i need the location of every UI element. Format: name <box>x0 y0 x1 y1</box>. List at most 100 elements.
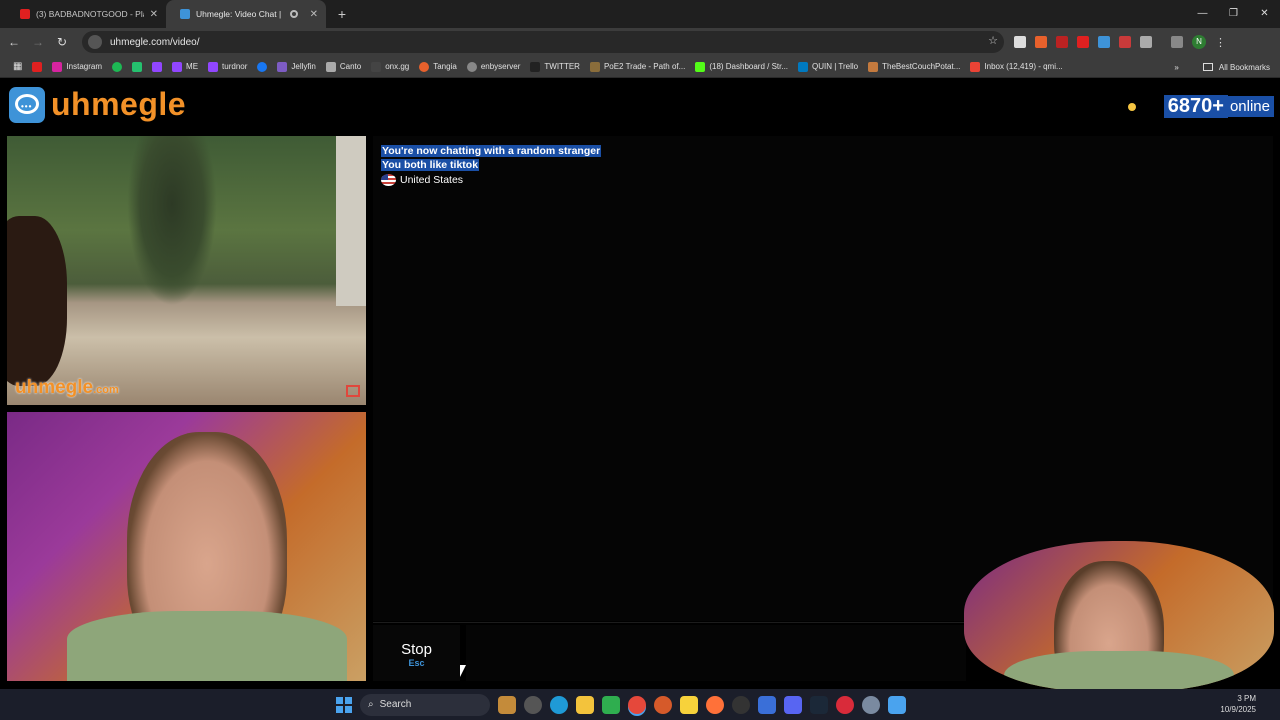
media-player-icon[interactable] <box>602 695 620 714</box>
bookmark-label: turdnor <box>222 62 248 71</box>
extension-red-icon[interactable] <box>1119 36 1131 48</box>
message-input[interactable] <box>466 625 966 681</box>
bookmark-turdnor[interactable]: turdnor <box>203 61 252 72</box>
logo-text: uhmegle <box>51 86 187 122</box>
tab-youtube[interactable]: (3) BADBADNOTGOOD - Playg ✕ <box>6 0 166 28</box>
opera-icon[interactable] <box>836 695 854 714</box>
extension-translate-icon[interactable] <box>1098 36 1110 48</box>
taskbar-search[interactable]: ⌕ Search <box>360 693 490 716</box>
bookmark-poe2[interactable]: PoE2 Trade - Path of... <box>585 61 690 72</box>
bookmark-facebook[interactable] <box>252 61 272 72</box>
tab-strip: (3) BADBADNOTGOOD - Playg ✕ Uhmegle: Vid… <box>0 0 1280 28</box>
extension-fox-icon[interactable] <box>1035 36 1047 48</box>
bookmark-youtube[interactable] <box>27 61 47 72</box>
back-button[interactable]: ← <box>2 35 26 49</box>
new-tab-button[interactable]: + <box>330 0 354 28</box>
edge-icon[interactable] <box>550 695 568 714</box>
extension-record-icon[interactable] <box>1056 36 1068 48</box>
potato-icon <box>868 61 879 72</box>
steam-icon[interactable] <box>810 695 828 714</box>
extensions-bar: N ⋮ <box>1014 28 1226 56</box>
close-tab-icon[interactable]: ✕ <box>150 9 158 20</box>
uhmegle-watermark: uhmegle.com <box>15 377 119 398</box>
settings-gear-icon[interactable] <box>862 695 880 714</box>
apps-grid-icon[interactable]: ▦ <box>8 61 27 72</box>
search-label: Search <box>379 699 412 710</box>
bookmark-label: Inbox (12,419) - qmi... <box>984 62 1063 71</box>
gmail-icon <box>970 61 981 72</box>
bookmark-kick-dashboard[interactable]: (18) Dashboard / Str... <box>690 61 793 72</box>
email-app-icon[interactable] <box>758 695 776 714</box>
bookmark-couchpotato[interactable]: TheBestCouchPotat... <box>863 61 965 72</box>
extension-youtube-icon[interactable] <box>1077 36 1089 48</box>
system-clock[interactable]: 3 PM 10/9/2025 <box>1220 693 1256 715</box>
bookmark-label: onx.gg <box>385 62 410 71</box>
obs-icon[interactable] <box>732 695 750 714</box>
bookmark-app[interactable] <box>127 61 147 72</box>
forward-button[interactable]: → <box>26 35 50 49</box>
file-explorer-icon[interactable] <box>576 695 594 714</box>
canto-icon <box>325 61 336 72</box>
twitch-icon <box>152 61 163 72</box>
extension-k-icon[interactable] <box>1014 36 1026 48</box>
poe-icon <box>589 61 600 72</box>
bookmark-twitter[interactable]: TWITTER <box>525 61 585 72</box>
bookmarks-bar: ▦ Instagram ME turdnor Jellyfin Canto on… <box>0 56 1280 78</box>
tab-title: Uhmegle: Video Chat | Ome <box>196 9 284 19</box>
chrome-icon[interactable] <box>628 695 646 714</box>
bookmark-me[interactable]: ME <box>167 61 203 72</box>
tab-title: (3) BADBADNOTGOOD - Playg <box>36 9 144 19</box>
close-window-button[interactable]: ✕ <box>1249 0 1280 28</box>
bookmark-spotify[interactable] <box>107 61 127 72</box>
basketball-app-icon[interactable] <box>654 695 672 714</box>
windows-start-icon[interactable] <box>336 696 352 713</box>
bookmark-tangia[interactable]: Tangia <box>414 61 462 72</box>
bookmark-label: TWITTER <box>544 62 580 71</box>
site-info-icon[interactable] <box>88 35 102 49</box>
search-icon: ⌕ <box>368 699 374 710</box>
window-controls: — ❐ ✕ <box>1187 0 1280 28</box>
mouse-cursor-icon <box>460 665 466 677</box>
recording-icon <box>289 10 298 18</box>
folder-icon <box>1202 63 1213 71</box>
report-flag-icon[interactable] <box>346 385 360 397</box>
firefox-icon[interactable] <box>706 695 724 714</box>
x-twitter-icon <box>530 61 541 72</box>
minimize-button[interactable]: — <box>1187 0 1218 28</box>
site-logo[interactable]: ••• uhmegle <box>9 86 186 123</box>
country-name: United States <box>400 174 464 186</box>
side-panel-icon[interactable] <box>1171 36 1183 48</box>
bookmark-gmail[interactable]: Inbox (12,419) - qmi... <box>965 61 1067 72</box>
bookmark-twitch[interactable] <box>147 61 167 72</box>
bookmarks-overflow: » All Bookmarks <box>1174 56 1270 78</box>
sticky-notes-icon[interactable] <box>680 695 698 714</box>
task-view-icon[interactable] <box>524 695 542 714</box>
chevron-double-right-icon[interactable]: » <box>1174 63 1178 72</box>
online-counter: 6870+ online <box>1127 95 1274 118</box>
reload-button[interactable]: ↻ <box>50 35 74 49</box>
discord-icon[interactable] <box>784 695 802 714</box>
us-flag-icon <box>381 174 396 186</box>
tab-uhmegle[interactable]: Uhmegle: Video Chat | Ome ✕ <box>166 0 326 28</box>
bookmark-onxgg[interactable]: onx.gg <box>366 61 414 72</box>
bookmark-star-icon[interactable]: ☆ <box>988 34 998 47</box>
bookmark-canto[interactable]: Canto <box>321 61 366 72</box>
facebook-icon <box>257 61 268 72</box>
close-tab-icon[interactable]: ✕ <box>310 9 318 20</box>
bookmark-instagram[interactable]: Instagram <box>47 61 107 72</box>
status-dot-icon <box>1127 102 1136 111</box>
bookmark-enbyserver[interactable]: enbyserver <box>462 61 526 72</box>
all-bookmarks-button[interactable]: All Bookmarks <box>1219 63 1270 72</box>
kick-icon <box>695 61 706 72</box>
online-count: 6870+ <box>1163 95 1228 118</box>
bookmark-trello[interactable]: QUIN | Trello <box>793 61 863 72</box>
maximize-button[interactable]: ❐ <box>1218 0 1249 28</box>
menu-kebab-icon[interactable]: ⋮ <box>1215 36 1226 49</box>
widgets-icon[interactable] <box>498 695 516 714</box>
address-bar[interactable]: uhmegle.com/video/ ☆ <box>82 31 1004 53</box>
stop-button[interactable]: Stop Esc <box>373 625 460 681</box>
profile-avatar[interactable]: N <box>1192 35 1206 49</box>
extensions-puzzle-icon[interactable] <box>1140 36 1152 48</box>
bookmark-jellyfin[interactable]: Jellyfin <box>272 61 320 72</box>
notepad-icon[interactable] <box>888 695 906 714</box>
